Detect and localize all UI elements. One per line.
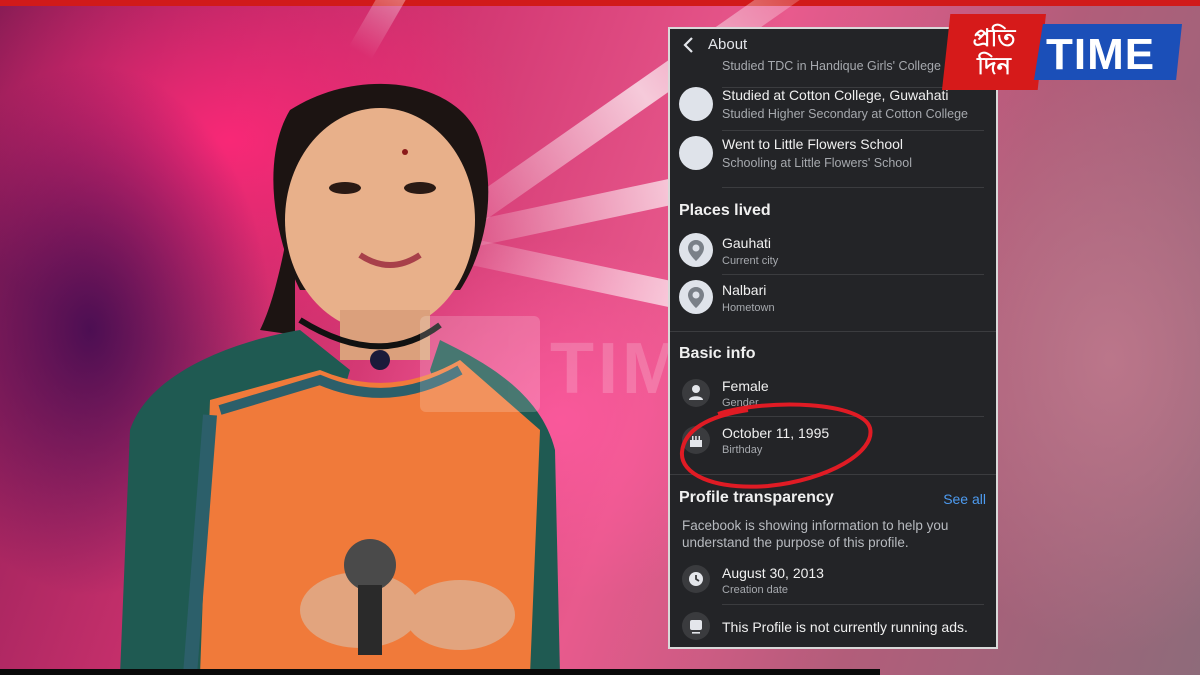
pratidin-time-logo: প্রতি দিন TIME bbox=[942, 14, 1192, 90]
bottom-dark-strip bbox=[0, 669, 880, 675]
birthday-cake-icon bbox=[682, 426, 710, 454]
page-title: About bbox=[708, 36, 748, 53]
transparency-description: Facebook is showing information to help … bbox=[682, 518, 949, 550]
education-subtitle: Schooling at Little Flowers' School bbox=[722, 156, 912, 170]
divider bbox=[722, 274, 984, 275]
education-item[interactable]: Went to Little Flowers School Schooling … bbox=[670, 136, 996, 184]
divider bbox=[722, 130, 984, 131]
place-item[interactable]: Nalbari Hometown bbox=[670, 280, 996, 324]
basic-info-item[interactable]: October 11, 1995 Birthday bbox=[670, 424, 996, 468]
divider bbox=[722, 604, 984, 605]
gender-value: Female bbox=[722, 378, 769, 394]
graduation-cap-icon bbox=[679, 87, 713, 121]
creation-date-value: August 30, 2013 bbox=[722, 565, 824, 581]
place-subtitle: Hometown bbox=[722, 302, 775, 314]
logo-bengali-block: প্রতি দিন bbox=[942, 14, 1046, 90]
place-title: Nalbari bbox=[722, 282, 767, 298]
top-red-strip bbox=[0, 0, 1200, 6]
graduation-cap-icon bbox=[679, 136, 713, 170]
divider bbox=[670, 331, 996, 332]
birthday-value: October 11, 1995 bbox=[722, 425, 830, 441]
education-subtitle: Studied TDC in Handique Girls' College bbox=[722, 59, 941, 73]
education-item[interactable]: Studied at Cotton College, Guwahati Stud… bbox=[670, 87, 996, 135]
gender-label: Gender bbox=[722, 397, 759, 409]
stage-light-beam bbox=[348, 0, 502, 60]
education-title: Studied at Cotton College, Guwahati bbox=[722, 87, 949, 103]
singer-photo bbox=[120, 83, 560, 675]
person-icon bbox=[682, 379, 710, 407]
place-subtitle: Current city bbox=[722, 255, 779, 267]
ads-status-item[interactable]: This Profile is not currently running ad… bbox=[670, 611, 996, 647]
education-title: Went to Little Flowers School bbox=[722, 136, 904, 152]
background-photo: TIME bbox=[0, 0, 1200, 675]
section-title-places: Places lived bbox=[679, 202, 771, 219]
logo-time-text: TIME bbox=[1046, 30, 1156, 79]
creation-date-label: Creation date bbox=[722, 584, 789, 596]
screen-icon bbox=[682, 612, 710, 640]
place-item[interactable]: Gauhati Current city bbox=[670, 233, 996, 277]
section-title-basic-info: Basic info bbox=[679, 345, 756, 362]
logo-bengali-text: প্রতি দিন bbox=[972, 24, 1016, 80]
divider bbox=[670, 474, 996, 475]
facebook-about-screenshot: About Studied TDC in Handique Girls' Col… bbox=[668, 27, 998, 649]
see-all-link[interactable]: See all bbox=[943, 491, 986, 507]
divider bbox=[722, 416, 984, 417]
back-arrow-icon[interactable] bbox=[680, 35, 698, 55]
location-pin-icon bbox=[679, 233, 713, 267]
divider bbox=[722, 187, 984, 188]
ads-status-text: This Profile is not currently running ad… bbox=[722, 619, 968, 635]
basic-info-item[interactable]: Female Gender bbox=[670, 377, 996, 421]
place-title: Gauhati bbox=[722, 235, 772, 251]
section-title-transparency: Profile transparency bbox=[679, 489, 834, 506]
creation-date-item[interactable]: August 30, 2013 Creation date bbox=[670, 564, 996, 608]
location-pin-icon bbox=[679, 280, 713, 314]
birthday-label: Birthday bbox=[722, 444, 763, 456]
education-subtitle: Studied Higher Secondary at Cotton Colle… bbox=[722, 107, 968, 121]
clock-icon bbox=[682, 565, 710, 593]
logo-time-block: TIME bbox=[1034, 24, 1182, 80]
